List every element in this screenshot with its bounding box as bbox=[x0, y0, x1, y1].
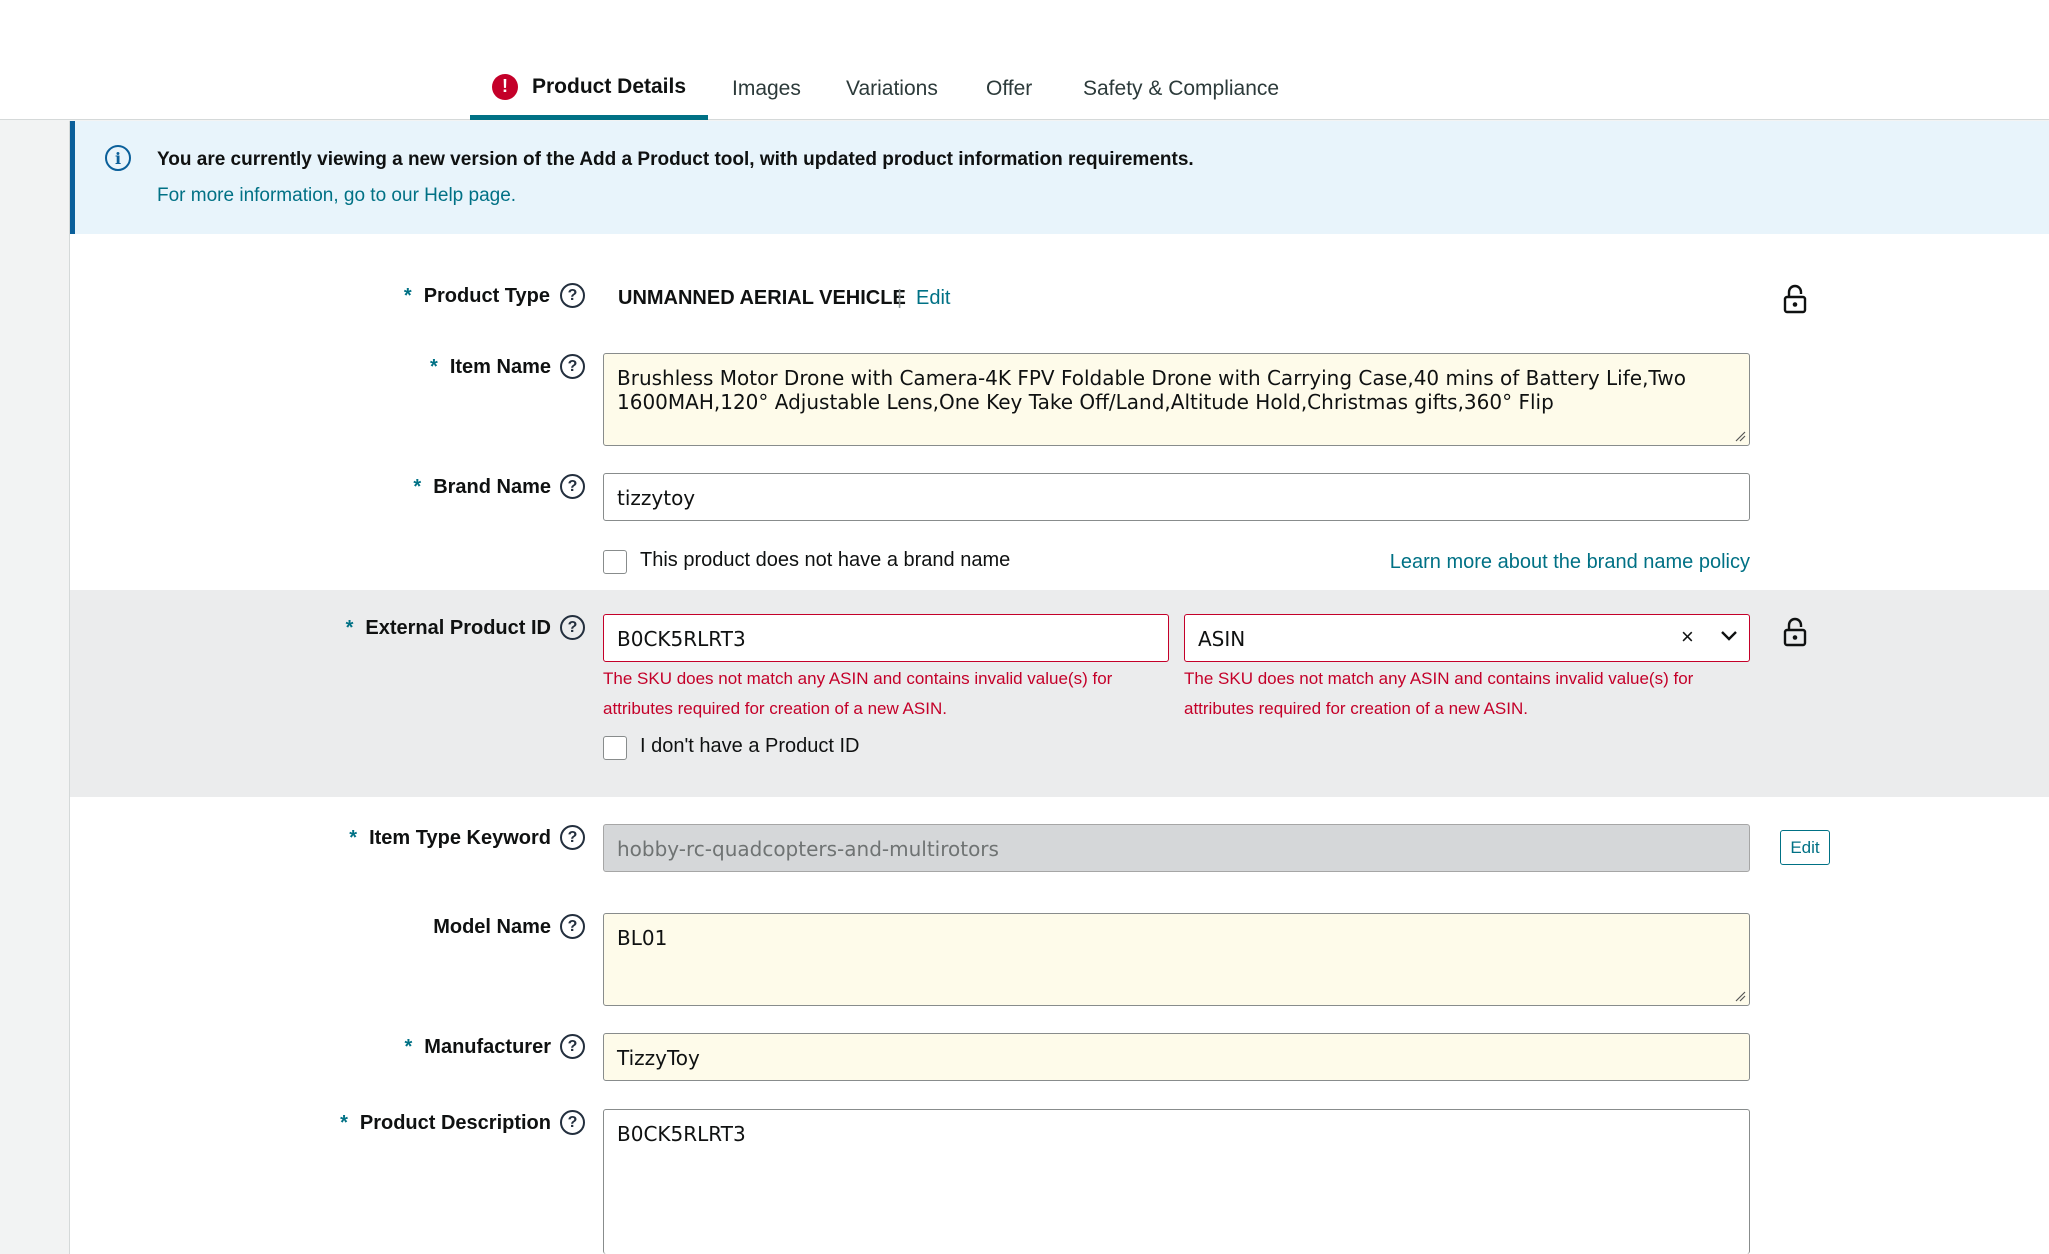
resize-handle-icon[interactable] bbox=[1734, 990, 1746, 1002]
brand-policy-link[interactable]: Learn more about the brand name policy bbox=[1390, 551, 1750, 574]
product-type-label: * Product Type bbox=[403, 285, 550, 307]
clear-icon[interactable]: × bbox=[1681, 624, 1694, 650]
banner-title: You are currently viewing a new version … bbox=[157, 149, 1194, 170]
info-banner: i You are currently viewing a new versio… bbox=[70, 121, 2049, 234]
manufacturer-label: * Manufacturer bbox=[404, 1036, 552, 1058]
tab-label: Variations bbox=[846, 77, 938, 100]
help-icon[interactable]: ? bbox=[560, 825, 585, 850]
model-name-value: BL01 bbox=[617, 926, 668, 950]
item-name-label: * Item Name bbox=[430, 356, 551, 378]
help-icon[interactable]: ? bbox=[560, 1110, 585, 1135]
no-brand-checkbox[interactable] bbox=[603, 550, 627, 574]
product-type-value: UNMANNED AERIAL VEHICLE bbox=[618, 287, 906, 309]
tab-label: Offer bbox=[986, 77, 1033, 100]
manufacturer-value: TizzyToy bbox=[617, 1046, 700, 1070]
model-name-label: Model Name bbox=[433, 916, 551, 938]
model-name-input[interactable]: BL01 bbox=[603, 913, 1750, 1006]
help-page-link[interactable]: For more information, go to our Help pag… bbox=[157, 185, 516, 207]
brand-name-label: * Brand Name bbox=[413, 476, 551, 498]
help-icon[interactable]: ? bbox=[560, 1034, 585, 1059]
tab-label: Safety & Compliance bbox=[1083, 77, 1280, 100]
external-id-type-value: ASIN bbox=[1198, 627, 1246, 651]
external-id-type-error: The SKU does not match any ASIN and cont… bbox=[1184, 669, 1694, 718]
no-product-id-label: I don't have a Product ID bbox=[640, 735, 860, 757]
external-id-value: B0CK5RLRT3 bbox=[617, 627, 746, 651]
external-id-type-select[interactable]: ASIN bbox=[1184, 614, 1750, 662]
tab-label: Images bbox=[732, 77, 801, 100]
external-id-error: The SKU does not match any ASIN and cont… bbox=[603, 669, 1113, 718]
help-icon[interactable]: ? bbox=[560, 354, 585, 379]
tab-variations[interactable]: Variations bbox=[846, 58, 938, 120]
brand-name-input[interactable]: tizzytoy bbox=[603, 473, 1750, 521]
help-icon[interactable]: ? bbox=[560, 914, 585, 939]
item-type-keyword-input: hobby-rc-quadcopters-and-multirotors bbox=[603, 824, 1750, 872]
info-icon: i bbox=[105, 145, 131, 171]
resize-handle-icon[interactable] bbox=[1734, 430, 1746, 442]
item-name-value: Brushless Motor Drone with Camera-4K FPV… bbox=[617, 366, 1686, 414]
product-description-label: * Product Description bbox=[340, 1112, 551, 1134]
manufacturer-input[interactable]: TizzyToy bbox=[603, 1033, 1750, 1081]
help-icon[interactable]: ? bbox=[560, 474, 585, 499]
left-gutter bbox=[0, 121, 70, 1254]
tab-offer[interactable]: Offer bbox=[986, 58, 1032, 120]
alert-icon: ! bbox=[492, 73, 518, 100]
item-type-keyword-edit-button[interactable]: Edit bbox=[1780, 830, 1830, 865]
tab-bar: ! Product Details Images Variations Offe… bbox=[0, 58, 2049, 120]
lock-icon[interactable] bbox=[1782, 284, 1808, 314]
external-id-label: * External Product ID bbox=[345, 617, 551, 639]
tab-product-details[interactable]: ! Product Details bbox=[470, 58, 709, 120]
tab-label: Product Details bbox=[532, 74, 687, 98]
no-brand-label: This product does not have a brand name bbox=[640, 549, 1011, 571]
external-id-input[interactable]: B0CK5RLRT3 bbox=[603, 614, 1169, 662]
product-description-input[interactable]: B0CK5RLRT3 bbox=[603, 1109, 1750, 1254]
help-icon[interactable]: ? bbox=[560, 283, 585, 308]
help-icon[interactable]: ? bbox=[560, 615, 585, 640]
tab-images[interactable]: Images bbox=[732, 58, 801, 120]
chevron-down-icon[interactable] bbox=[1720, 630, 1738, 642]
lock-icon[interactable] bbox=[1782, 617, 1808, 647]
product-type-edit-link[interactable]: Edit bbox=[916, 287, 950, 310]
item-type-keyword-value: hobby-rc-quadcopters-and-multirotors bbox=[617, 837, 999, 861]
top-bar bbox=[0, 0, 2049, 58]
separator: | bbox=[897, 287, 903, 309]
product-description-value: B0CK5RLRT3 bbox=[617, 1122, 746, 1146]
tab-safety-compliance[interactable]: Safety & Compliance bbox=[1083, 58, 1279, 120]
item-name-input[interactable]: Brushless Motor Drone with Camera-4K FPV… bbox=[603, 353, 1750, 446]
no-product-id-checkbox[interactable] bbox=[603, 736, 627, 760]
brand-name-value: tizzytoy bbox=[617, 486, 696, 510]
item-type-keyword-label: * Item Type Keyword bbox=[349, 827, 551, 849]
